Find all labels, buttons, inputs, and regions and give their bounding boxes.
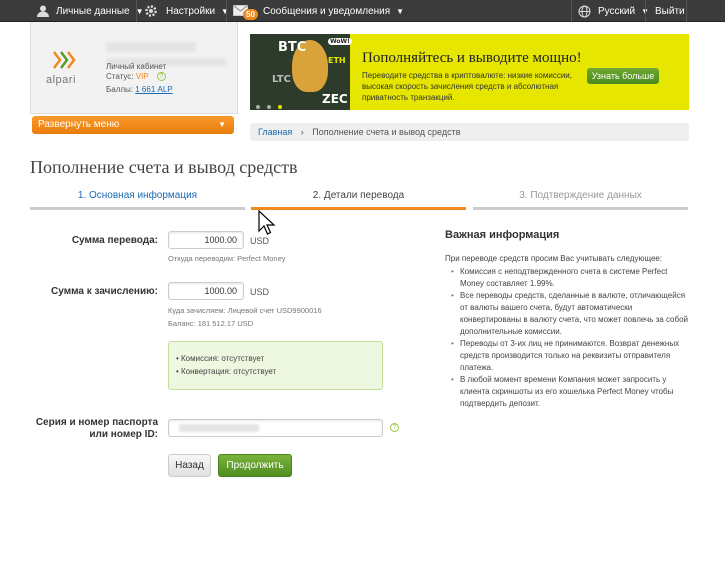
step-label: 1. Основная информация bbox=[77, 190, 198, 201]
banner-title: Пополняйтесь и выводите мощно! bbox=[362, 50, 582, 66]
breadcrumb-separator: › bbox=[300, 127, 304, 137]
important-info-title: Важная информация bbox=[445, 229, 560, 241]
conversion-text: • Конвертация: отсутствует bbox=[176, 367, 277, 376]
learn-more-button[interactable]: Узнать больше bbox=[587, 68, 659, 84]
page-title: Пополнение счета и вывод средств bbox=[30, 157, 298, 177]
breadcrumb: Главная › Пополнение счета и вывод средс… bbox=[250, 123, 689, 141]
list-item: Все переводы средств, сделанные в валюте… bbox=[450, 290, 690, 338]
coin-btc: BTC bbox=[278, 40, 307, 55]
profile-card: alpari Личный кабинет Статус: VIP ? Балл… bbox=[30, 22, 238, 114]
banner-description: Переводите средства в криптовалюте: низк… bbox=[362, 71, 572, 102]
messages-badge: 50 bbox=[243, 9, 258, 20]
hidden-passport-value bbox=[179, 424, 259, 432]
top-bar: Личные данные ▼ Настройки ▼ 50 Сообщения… bbox=[0, 0, 725, 22]
step-confirmation: 3. Подтверждение данных bbox=[473, 190, 688, 210]
user-icon bbox=[37, 5, 49, 17]
chevron-down-icon: ▼ bbox=[396, 6, 405, 16]
status-value: VIP bbox=[135, 72, 149, 81]
alpari-logo-icon bbox=[53, 51, 76, 69]
coin-ltc: LTC bbox=[272, 74, 291, 85]
points-link[interactable]: 1 661 ALP bbox=[135, 85, 172, 94]
breadcrumb-home[interactable]: Главная bbox=[258, 127, 292, 137]
back-button[interactable]: Назад bbox=[168, 454, 211, 477]
messages-menu[interactable]: 50 Сообщения и уведомления ▼ bbox=[233, 0, 404, 22]
banner-image: BTC WoW! ETH LTC ZEC bbox=[250, 34, 352, 110]
messages-label: Сообщения и уведомления bbox=[263, 5, 391, 17]
list-item: В любой момент времени Компания может за… bbox=[450, 374, 690, 410]
important-info-list: Комиссия с неподтвержденного счета в сис… bbox=[450, 266, 690, 410]
help-icon[interactable]: ? bbox=[156, 72, 166, 82]
logout-button[interactable]: Выйти bbox=[655, 0, 685, 22]
points-line: Баллы: 1 661 ALP bbox=[106, 85, 173, 94]
credit-label: Сумма к зачислению: bbox=[51, 286, 158, 297]
continue-button[interactable]: Продолжить bbox=[218, 454, 292, 477]
gear-icon bbox=[145, 5, 157, 17]
expand-menu-label: Развернуть меню bbox=[38, 119, 120, 130]
commission-text: • Комиссия: отсутствует bbox=[176, 354, 265, 363]
passport-id-input[interactable] bbox=[168, 419, 383, 437]
globe-icon bbox=[578, 5, 591, 17]
coin-zec: ZEC bbox=[322, 92, 348, 106]
step-transfer-details: 2. Детали перевода bbox=[251, 190, 466, 210]
amount-hint: Откуда переводим: Perfect Money bbox=[168, 254, 286, 263]
credit-currency: USD bbox=[250, 287, 270, 297]
personal-data-label: Личные данные bbox=[56, 5, 130, 17]
amount-input[interactable]: 1000.00 bbox=[168, 231, 244, 249]
personal-data-menu[interactable]: Личные данные ▼ bbox=[36, 0, 144, 22]
settings-menu[interactable]: Настройки ▼ bbox=[144, 0, 229, 22]
status-label: Статус: bbox=[106, 72, 134, 81]
points-label: Баллы: bbox=[106, 85, 134, 94]
breadcrumb-current: Пополнение счета и вывод средств bbox=[312, 127, 461, 137]
list-item: Комиссия с неподтвержденного счета в сис… bbox=[450, 266, 690, 290]
cabinet-label: Личный кабинет bbox=[106, 62, 167, 71]
credit-input[interactable]: 1000.00 bbox=[168, 282, 244, 300]
step-label: 2. Детали перевода bbox=[312, 190, 405, 201]
chevron-down-icon: ▼ bbox=[221, 6, 229, 16]
wow-bubble: WoW! bbox=[328, 38, 352, 45]
amount-currency: USD bbox=[250, 236, 270, 246]
mouse-cursor-icon bbox=[258, 210, 276, 235]
credit-hint-account: Куда зачисляем: Лицевой счет USD9900016 bbox=[168, 306, 322, 315]
logo-text: alpari bbox=[46, 74, 76, 86]
settings-label: Настройки bbox=[166, 5, 216, 17]
carousel-dots[interactable] bbox=[256, 100, 289, 110]
status-line: Статус: VIP ? bbox=[106, 72, 166, 82]
promo-banner[interactable]: BTC WoW! ETH LTC ZEC Пополняйтесь и выво… bbox=[250, 34, 689, 110]
credit-hint-balance: Баланс: 181 512.17 USD bbox=[168, 319, 254, 328]
step-label: 3. Подтверждение данных bbox=[519, 190, 642, 201]
passport-label-line1: Серия и номер паспорта bbox=[35, 417, 158, 428]
expand-menu-button[interactable]: Развернуть меню ▼ bbox=[32, 116, 234, 134]
coin-eth: ETH bbox=[328, 56, 346, 65]
passport-label-line2: или номер ID: bbox=[89, 429, 158, 440]
logout-label: Выйти bbox=[655, 5, 685, 17]
language-label: Русский bbox=[598, 5, 636, 17]
help-icon[interactable]: ? bbox=[390, 423, 399, 432]
amount-label: Сумма перевода: bbox=[71, 235, 158, 246]
important-info-intro: При переводе средств просим Вас учитыват… bbox=[445, 254, 663, 263]
list-item: Переводы от 3-их лиц не принимаются. Воз… bbox=[450, 338, 690, 374]
step-basic-info[interactable]: 1. Основная информация bbox=[30, 190, 245, 210]
fees-info-box: • Комиссия: отсутствует • Конвертация: о… bbox=[168, 341, 383, 390]
language-menu[interactable]: Русский ▼ bbox=[578, 0, 649, 22]
chevron-down-icon: ▼ bbox=[218, 120, 226, 129]
hidden-user-name bbox=[106, 42, 196, 52]
